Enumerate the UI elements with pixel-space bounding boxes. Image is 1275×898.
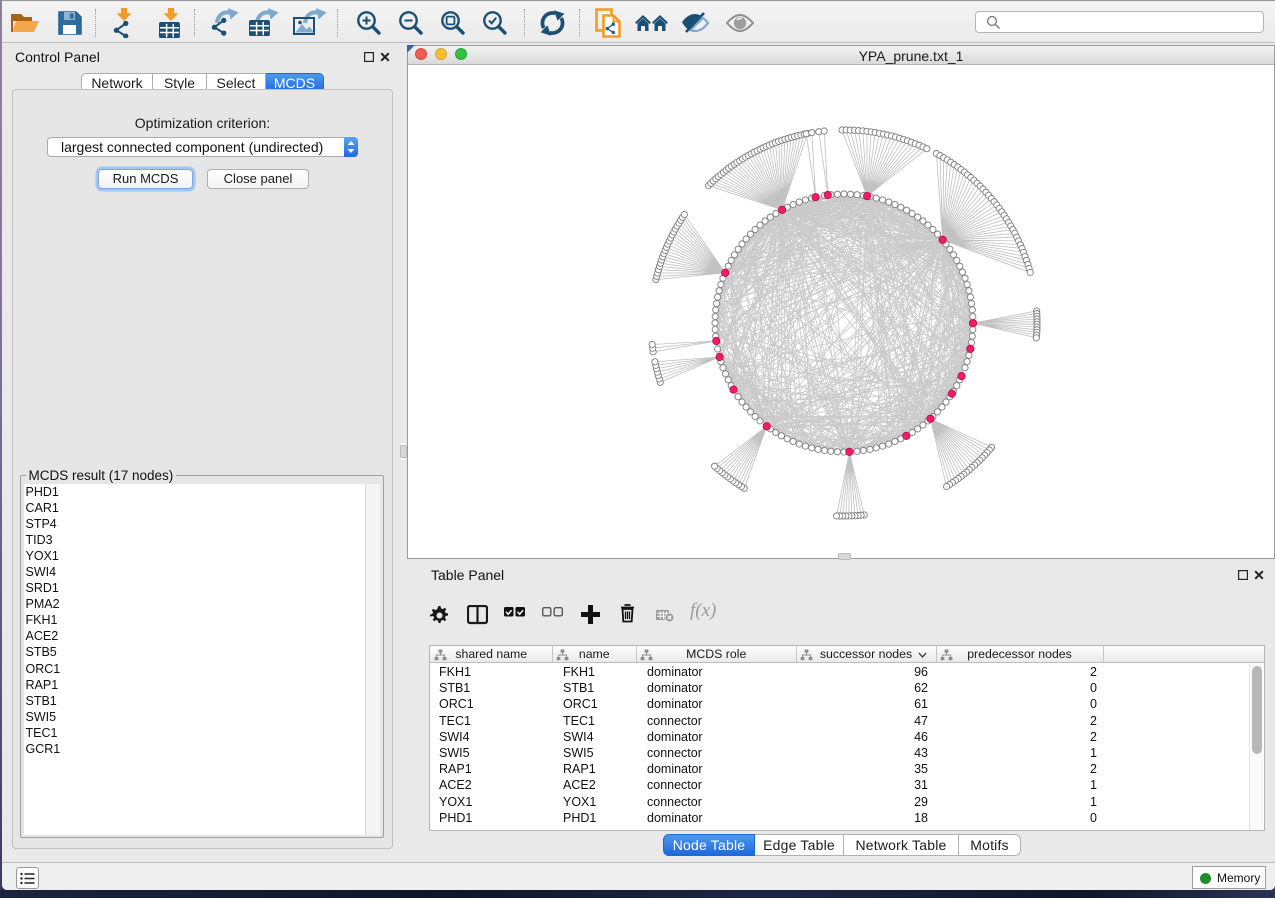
svg-text:f(x): f(x) [690,601,716,621]
